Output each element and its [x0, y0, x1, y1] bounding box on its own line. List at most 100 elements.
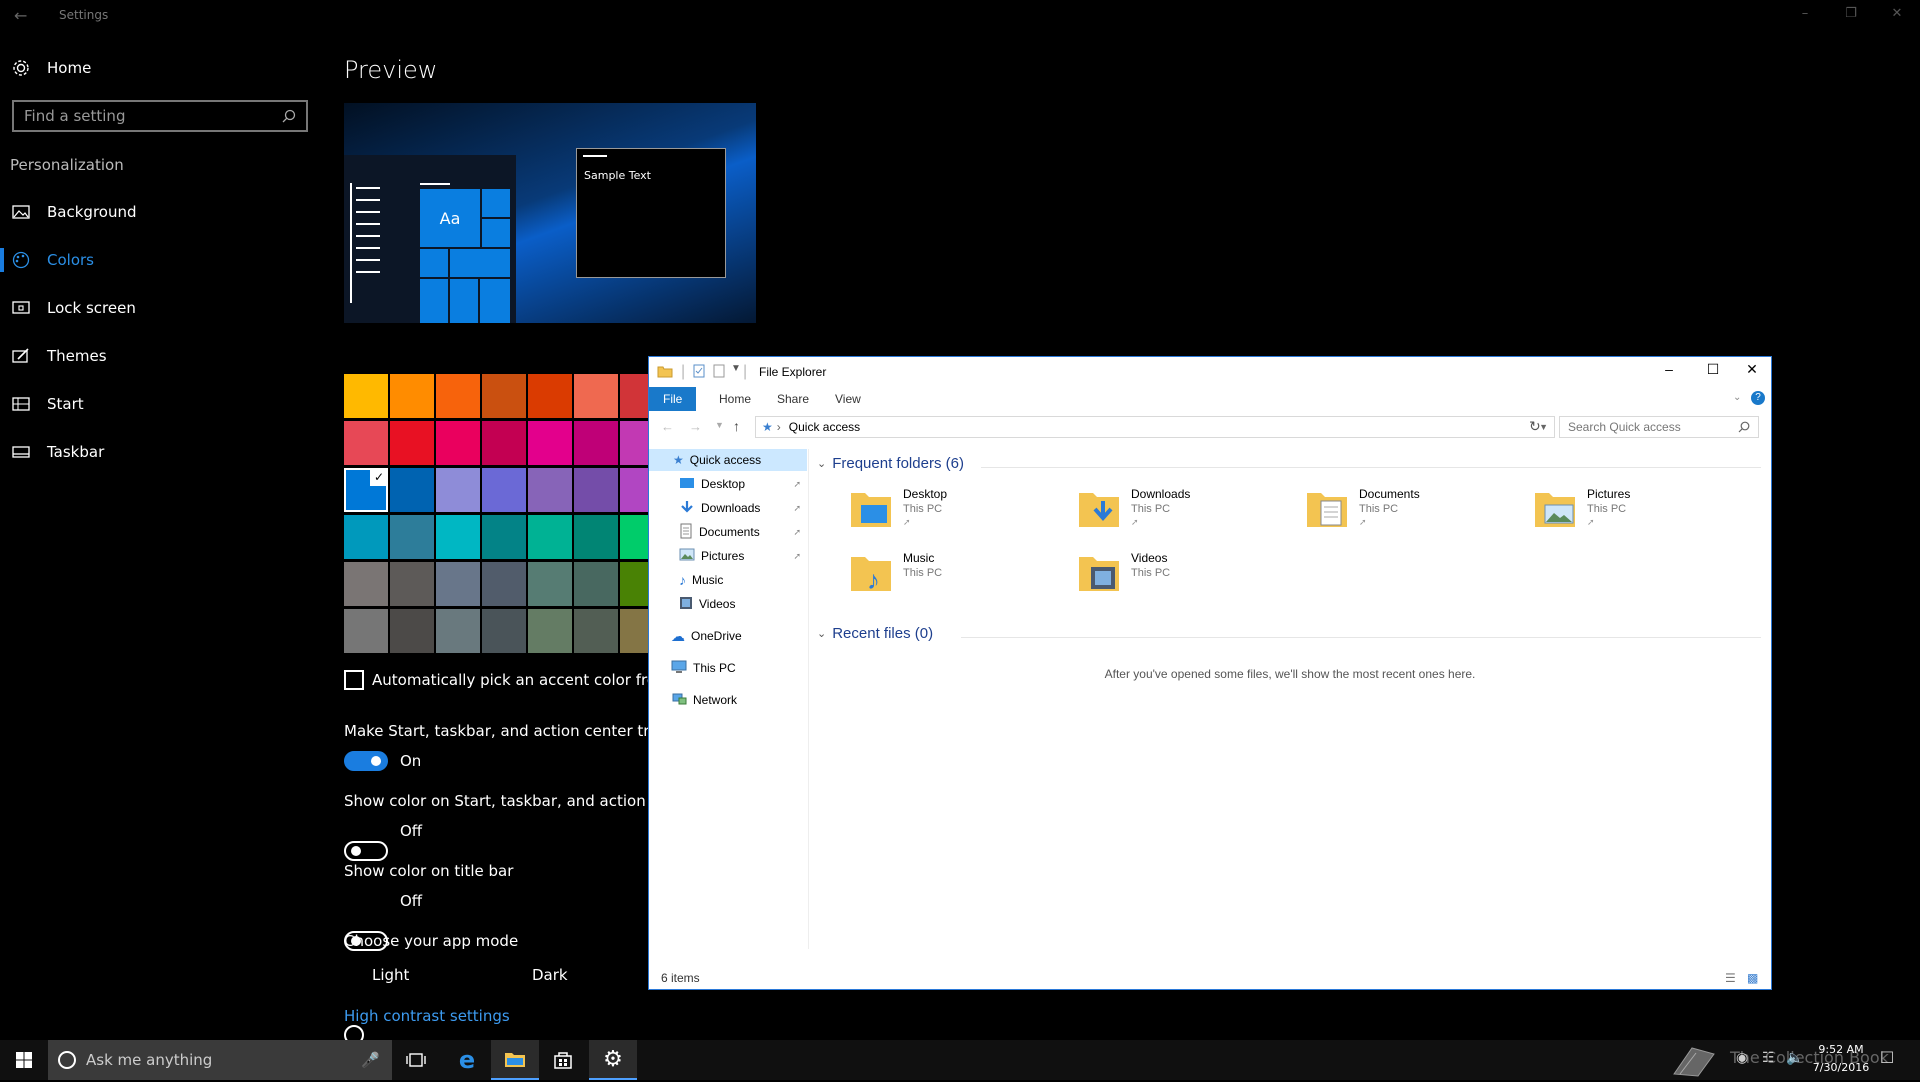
sidebar-item-colors[interactable]: Colors [12, 240, 312, 280]
nav-downloads[interactable]: Downloads ➚ [679, 497, 807, 519]
accent-swatch[interactable] [344, 609, 388, 653]
recent-files-header[interactable]: ⌄ Recent files (0) [817, 625, 933, 642]
accent-swatch[interactable] [574, 609, 618, 653]
microphone-icon[interactable]: 🎤 [361, 1051, 380, 1069]
sidebar-item-lock-screen[interactable]: Lock screen [12, 288, 312, 328]
close-icon[interactable]: ✕ [1737, 361, 1767, 378]
tab-share[interactable]: Share [763, 387, 823, 411]
edge-button[interactable]: e [443, 1040, 491, 1080]
volume-icon[interactable]: 🔈 [1786, 1050, 1803, 1066]
accent-swatch[interactable] [620, 562, 648, 606]
accent-swatch[interactable] [436, 609, 480, 653]
accent-swatch[interactable] [528, 374, 572, 418]
accent-swatch[interactable] [390, 374, 434, 418]
accent-swatch[interactable] [436, 515, 480, 559]
store-button[interactable] [539, 1040, 587, 1080]
accent-swatch[interactable] [620, 421, 648, 465]
nav-documents[interactable]: Documents ➚ [679, 521, 807, 543]
accent-swatch[interactable] [528, 468, 572, 512]
nav-music[interactable]: ♪ Music [679, 569, 723, 591]
accent-swatch[interactable] [574, 515, 618, 559]
accent-swatch[interactable] [436, 468, 480, 512]
minimize-icon[interactable]: – [1782, 6, 1828, 21]
close-icon[interactable]: ✕ [1874, 6, 1920, 21]
back-arrow-icon[interactable]: ← [14, 6, 27, 25]
large-icons-view-icon[interactable]: ▩ [1747, 971, 1758, 985]
cortana-search-box[interactable]: Ask me anything 🎤 [48, 1040, 392, 1080]
tab-file[interactable]: File [649, 387, 697, 411]
accent-swatch[interactable] [528, 515, 572, 559]
new-folder-icon[interactable] [713, 364, 725, 383]
accent-swatch[interactable] [436, 421, 480, 465]
accent-swatch[interactable] [528, 421, 572, 465]
minimize-icon[interactable]: – [1649, 361, 1689, 377]
back-icon[interactable]: ← [661, 419, 674, 434]
address-field[interactable]: ★ › Quick access ▼ [755, 416, 1555, 438]
accent-swatch[interactable] [574, 468, 618, 512]
nav-onedrive[interactable]: ☁ OneDrive [671, 625, 742, 647]
sidebar-item-start[interactable]: Start [12, 384, 312, 424]
accent-swatch[interactable]: ✓ [344, 468, 388, 512]
properties-icon[interactable] [693, 364, 705, 383]
folder-tile-documents[interactable]: Documents This PC ➚ [1305, 483, 1525, 535]
action-center-icon[interactable]: ☐ [1880, 1048, 1894, 1067]
sidebar-item-background[interactable]: Background [12, 192, 312, 232]
accent-swatch[interactable] [390, 468, 434, 512]
task-view-button[interactable] [392, 1040, 440, 1080]
folder-tile-videos[interactable]: Videos This PC [1077, 547, 1297, 599]
accent-swatch[interactable] [620, 468, 648, 512]
nav-quick-access[interactable]: ★ Quick access [649, 449, 807, 471]
accent-swatch[interactable] [620, 515, 648, 559]
start-button[interactable] [0, 1040, 48, 1080]
accent-swatch[interactable] [390, 515, 434, 559]
accent-swatch[interactable] [574, 421, 618, 465]
accent-swatch[interactable] [344, 515, 388, 559]
network-status-icon[interactable]: ☷ [1762, 1050, 1775, 1066]
sidebar-home[interactable]: Home [12, 48, 312, 88]
sidebar-item-themes[interactable]: Themes [12, 336, 312, 376]
folder-tile-pictures[interactable]: Pictures This PC ➚ [1533, 483, 1753, 535]
clock-time[interactable]: 9:52 AM [1810, 1043, 1872, 1056]
forward-icon[interactable]: → [689, 419, 702, 434]
accent-swatch[interactable] [482, 374, 526, 418]
folder-tile-downloads[interactable]: Downloads This PC ➚ [1077, 483, 1297, 535]
accent-swatch[interactable] [390, 609, 434, 653]
nav-videos[interactable]: Videos [679, 593, 735, 615]
accent-swatch[interactable] [528, 562, 572, 606]
quick-access-toolbar-dropdown-icon[interactable]: ▼ [731, 363, 741, 374]
accent-swatch[interactable] [482, 562, 526, 606]
nav-this-pc[interactable]: This PC [671, 657, 736, 679]
expand-ribbon-icon[interactable]: ⌄ [1733, 392, 1741, 403]
settings-taskbar-button[interactable]: ⚙ [589, 1040, 637, 1080]
folder-tile-desktop[interactable]: Desktop This PC ➚ [849, 483, 1069, 535]
nav-pictures[interactable]: Pictures ➚ [679, 545, 807, 567]
show-color-start-toggle[interactable] [344, 841, 388, 861]
high-contrast-link[interactable]: High contrast settings [344, 1007, 510, 1025]
nav-network[interactable]: Network [671, 689, 737, 711]
explorer-search-input[interactable]: Search Quick access [1559, 416, 1759, 438]
maximize-icon[interactable]: ☐ [1693, 361, 1733, 378]
restore-icon[interactable]: ❐ [1828, 6, 1874, 21]
refresh-icon[interactable]: ↻ [1529, 418, 1541, 435]
accent-swatch[interactable] [620, 609, 648, 653]
tab-home[interactable]: Home [705, 387, 765, 411]
accent-swatch[interactable] [574, 374, 618, 418]
accent-swatch[interactable] [344, 374, 388, 418]
accent-swatch[interactable] [574, 562, 618, 606]
up-icon[interactable]: ↑ [733, 418, 740, 434]
accent-swatch[interactable] [436, 562, 480, 606]
accent-swatch[interactable] [390, 562, 434, 606]
accent-swatch[interactable] [482, 609, 526, 653]
accent-swatch[interactable] [482, 421, 526, 465]
accent-swatch[interactable] [482, 515, 526, 559]
find-setting-input[interactable]: Find a setting [12, 100, 308, 132]
help-icon[interactable]: ? [1751, 391, 1765, 405]
details-view-icon[interactable]: ☰ [1725, 971, 1736, 985]
auto-pick-checkbox[interactable] [344, 670, 364, 690]
location-icon[interactable]: ◉ [1736, 1050, 1748, 1066]
folder-tile-music[interactable]: ♪ Music This PC [849, 547, 1069, 599]
nav-desktop[interactable]: Desktop ➚ [679, 473, 807, 495]
file-explorer-taskbar-button[interactable] [491, 1040, 539, 1080]
sidebar-item-taskbar[interactable]: Taskbar [12, 432, 312, 472]
accent-swatch[interactable] [620, 374, 648, 418]
